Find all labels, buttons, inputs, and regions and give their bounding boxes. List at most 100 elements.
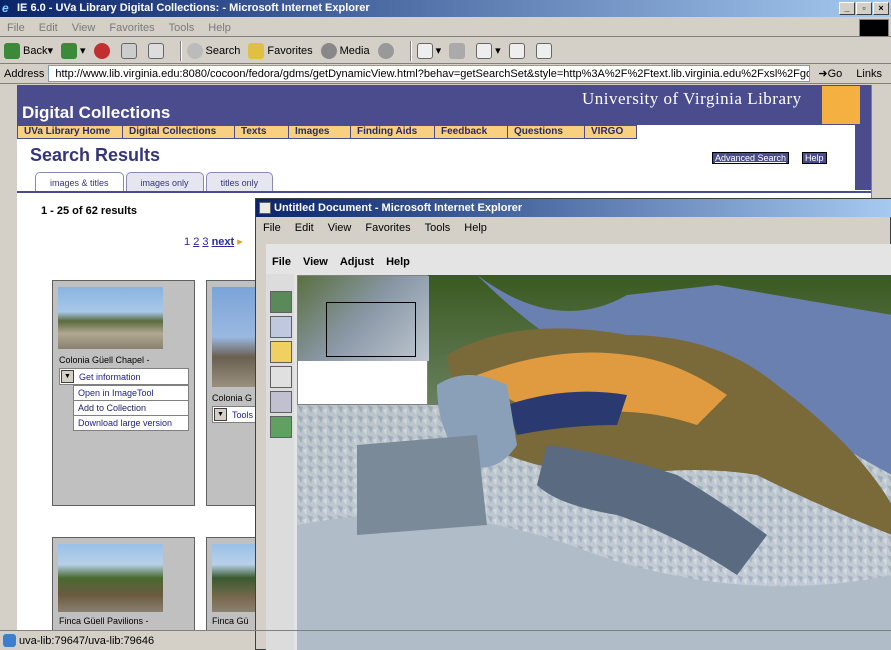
close-button[interactable]: × bbox=[873, 2, 889, 15]
popup-menu-edit[interactable]: Edit bbox=[288, 219, 321, 237]
menu-edit[interactable]: Edit bbox=[32, 19, 65, 37]
next-link[interactable]: next bbox=[212, 236, 235, 248]
page-link-1[interactable]: 1 bbox=[184, 236, 190, 248]
nav-uva-library-home[interactable]: UVa Library Home bbox=[17, 125, 123, 139]
nav-questions[interactable]: Questions bbox=[508, 125, 585, 139]
popup-menu-help[interactable]: Help bbox=[457, 219, 494, 237]
result-caption: Colonia G bbox=[212, 393, 253, 403]
menu-add-to-collection[interactable]: Add to Collection bbox=[74, 401, 188, 416]
nav-feedback[interactable]: Feedback bbox=[435, 125, 508, 139]
back-button[interactable]: Back ▾ bbox=[4, 42, 53, 59]
menu-view[interactable]: View bbox=[65, 19, 103, 37]
overview-tool-icon[interactable] bbox=[270, 291, 292, 313]
forward-arrow-icon bbox=[61, 42, 77, 59]
brightness-tool-icon[interactable] bbox=[270, 341, 292, 363]
address-url: http://www.lib.virginia.edu:8080/cocoon/… bbox=[55, 67, 811, 80]
page-link-2[interactable]: 2 bbox=[193, 236, 199, 248]
edit-button[interactable]: ▾ bbox=[476, 42, 501, 59]
banner-title: Digital Collections bbox=[22, 103, 171, 122]
popup-menu-tools[interactable]: Tools bbox=[418, 219, 458, 237]
menu-get-information[interactable]: Get information bbox=[75, 370, 145, 384]
messenger-icon bbox=[535, 42, 552, 59]
maximize-button[interactable]: ▫ bbox=[856, 2, 872, 15]
address-label: Address bbox=[4, 67, 45, 80]
result-thumbnail[interactable] bbox=[58, 287, 163, 349]
tools-label: Tools bbox=[232, 409, 254, 420]
refresh-icon bbox=[120, 42, 137, 59]
result-thumbnail[interactable] bbox=[58, 544, 163, 612]
media-button[interactable]: Media bbox=[320, 42, 370, 59]
pager: 1 2 3 next ▸ bbox=[184, 235, 243, 248]
print-button[interactable] bbox=[449, 42, 468, 59]
go-button[interactable]: ➜Go bbox=[818, 67, 842, 80]
app-menu-adjust[interactable]: Adjust bbox=[334, 256, 380, 272]
menu-open-in-imagetool[interactable]: Open in ImageTool bbox=[74, 386, 188, 401]
menu-help[interactable]: Help bbox=[201, 19, 238, 37]
menu-bar: File Edit View Favorites Tools Help bbox=[0, 19, 891, 37]
rotate-tool-icon[interactable] bbox=[270, 391, 292, 413]
right-stripe bbox=[855, 125, 871, 190]
help-button[interactable]: Help bbox=[802, 152, 827, 164]
rotunda-logo-icon bbox=[822, 86, 860, 124]
refresh-button[interactable] bbox=[120, 42, 140, 59]
windows-logo-icon bbox=[859, 19, 889, 37]
nav-finding-aids[interactable]: Finding Aids bbox=[351, 125, 435, 139]
favorites-button[interactable]: Favorites bbox=[248, 42, 313, 59]
get-information-row[interactable]: ▼ Get information bbox=[59, 368, 189, 385]
minimize-button[interactable]: _ bbox=[839, 2, 855, 15]
dropdown-toggle-icon[interactable]: ▼ bbox=[214, 408, 227, 421]
imagetool-menu-bar: File View Adjust Help bbox=[266, 256, 416, 272]
mail-button[interactable]: ▾ bbox=[416, 42, 441, 59]
address-input[interactable]: http://www.lib.virginia.edu:8080/cocoon/… bbox=[48, 65, 811, 82]
page-icon bbox=[3, 634, 16, 647]
window-title-bar: e IE 6.0 - UVa Library Digital Collectio… bbox=[0, 0, 891, 17]
app-menu-file[interactable]: File bbox=[266, 256, 297, 272]
ie-logo-icon: e bbox=[2, 1, 9, 15]
zoom-tool-icon[interactable] bbox=[270, 316, 292, 338]
nav-digital-collections[interactable]: Digital Collections bbox=[123, 125, 235, 139]
stop-icon bbox=[93, 42, 110, 59]
discuss-button[interactable] bbox=[508, 42, 528, 59]
stop-button[interactable] bbox=[93, 42, 113, 59]
app-menu-help[interactable]: Help bbox=[380, 256, 416, 272]
app-menu-view[interactable]: View bbox=[297, 256, 334, 272]
window-title: IE 6.0 - UVa Library Digital Collections… bbox=[17, 2, 370, 14]
popup-menu-file[interactable]: File bbox=[256, 219, 288, 237]
discuss-icon bbox=[508, 42, 525, 59]
home-button[interactable] bbox=[147, 42, 167, 59]
imagetool-app: File View Adjust Help bbox=[266, 244, 891, 650]
tab-images-and-titles[interactable]: images & titles bbox=[35, 172, 124, 192]
forward-button[interactable]: ▾ bbox=[61, 42, 86, 59]
overview-navigator[interactable] bbox=[297, 275, 429, 405]
card-menu: ▼ Get information Open in ImageTool Add … bbox=[59, 368, 189, 431]
result-count: 1 - 25 of 62 results bbox=[41, 205, 137, 217]
viewport-rectangle[interactable] bbox=[326, 302, 416, 357]
save-tool-icon[interactable] bbox=[270, 416, 292, 438]
links-button[interactable]: Links bbox=[856, 68, 882, 80]
menu-tools[interactable]: Tools bbox=[162, 19, 202, 37]
site-nav: UVa Library Home Digital Collections Tex… bbox=[17, 125, 637, 139]
search-button[interactable]: Search bbox=[186, 42, 240, 59]
nav-images[interactable]: Images bbox=[289, 125, 351, 139]
popup-title-bar: Untitled Document - Microsoft Internet E… bbox=[256, 199, 891, 217]
nav-virgo[interactable]: VIRGO bbox=[585, 125, 637, 139]
popup-menu-favorites[interactable]: Favorites bbox=[358, 219, 417, 237]
menu-file[interactable]: File bbox=[0, 19, 32, 37]
result-card: Finca Güell Pavilions - bbox=[52, 537, 195, 630]
advanced-search-button[interactable]: Advanced Search bbox=[712, 152, 790, 164]
tab-titles-only[interactable]: titles only bbox=[205, 172, 274, 192]
tab-images-only[interactable]: images only bbox=[125, 172, 204, 192]
menu-favorites[interactable]: Favorites bbox=[102, 19, 161, 37]
history-button[interactable] bbox=[377, 42, 397, 59]
nav-texts[interactable]: Texts bbox=[235, 125, 289, 139]
home-icon bbox=[147, 42, 164, 59]
messenger-button[interactable] bbox=[535, 42, 555, 59]
contrast-tool-icon[interactable] bbox=[270, 366, 292, 388]
page-link-3[interactable]: 3 bbox=[202, 236, 208, 248]
dropdown-toggle-icon[interactable]: ▼ bbox=[61, 370, 74, 383]
popup-menu-view[interactable]: View bbox=[321, 219, 359, 237]
menu-download-large-version[interactable]: Download large version bbox=[74, 416, 188, 430]
left-frame-edge bbox=[0, 85, 17, 630]
address-bar: Address http://www.lib.virginia.edu:8080… bbox=[0, 64, 891, 84]
page-title: Search Results bbox=[30, 145, 161, 165]
